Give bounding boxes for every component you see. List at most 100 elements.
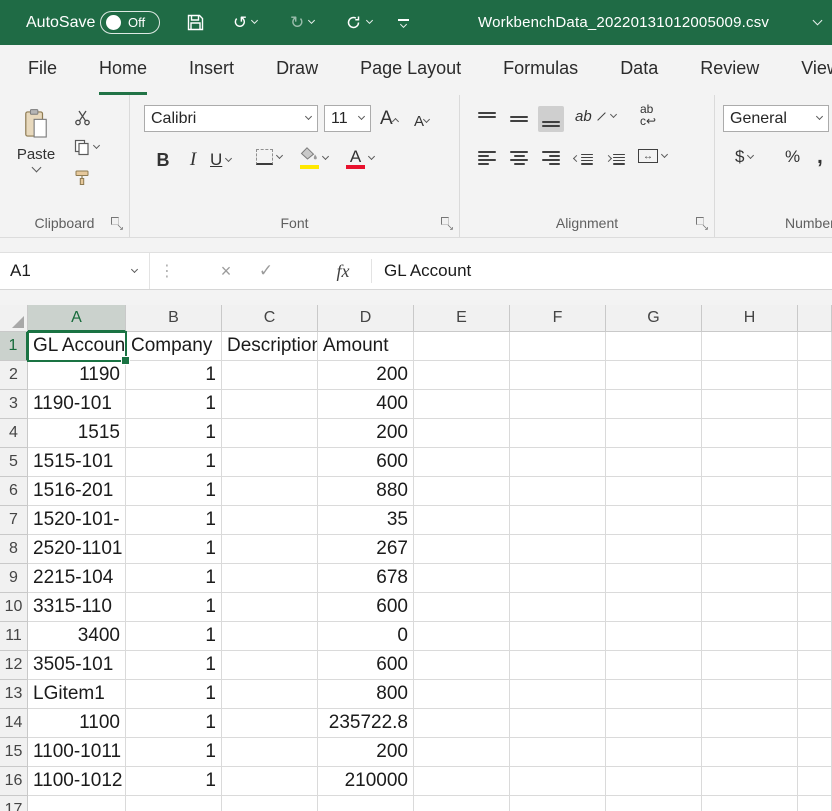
row-header-8[interactable]: 8 xyxy=(0,535,28,564)
alignment-dialog-launcher[interactable]: ↘ xyxy=(696,217,709,230)
select-all-corner[interactable] xyxy=(0,305,28,332)
cell-A4[interactable]: 1515 xyxy=(28,419,126,448)
cell-G4[interactable] xyxy=(606,419,702,448)
cell-A10[interactable]: 3315-110 xyxy=(28,593,126,622)
row-header-12[interactable]: 12 xyxy=(0,651,28,680)
formula-value[interactable]: GL Account xyxy=(384,253,471,289)
column-header-A[interactable]: A xyxy=(28,305,126,332)
cell-E1[interactable] xyxy=(414,332,510,361)
enter-button[interactable]: ✓ xyxy=(252,253,280,289)
cell-A2[interactable]: 1190 xyxy=(28,361,126,390)
cell-G15[interactable] xyxy=(606,738,702,767)
column-header-D[interactable]: D xyxy=(318,305,414,332)
cell-H2[interactable] xyxy=(702,361,798,390)
cell-F11[interactable] xyxy=(510,622,606,651)
cell-G12[interactable] xyxy=(606,651,702,680)
cell-D8[interactable]: 267 xyxy=(318,535,414,564)
cell-F7[interactable] xyxy=(510,506,606,535)
cell-B4[interactable]: 1 xyxy=(126,419,222,448)
row-header-11[interactable]: 11 xyxy=(0,622,28,651)
cell-F8[interactable] xyxy=(510,535,606,564)
row-header-2[interactable]: 2 xyxy=(0,361,28,390)
qat-extra-button[interactable] xyxy=(345,0,372,45)
wrap-text-button[interactable]: ab c↩ xyxy=(640,103,656,127)
redo-chevron-icon[interactable] xyxy=(308,17,315,24)
cell-C15[interactable] xyxy=(222,738,318,767)
cell-H1[interactable] xyxy=(702,332,798,361)
tab-data[interactable]: Data xyxy=(620,45,658,95)
cell-x17[interactable] xyxy=(798,796,832,811)
cell-C2[interactable] xyxy=(222,361,318,390)
align-left-button[interactable] xyxy=(474,145,500,171)
cell-x14[interactable] xyxy=(798,709,832,738)
cell-H7[interactable] xyxy=(702,506,798,535)
tab-view[interactable]: View xyxy=(801,45,832,95)
paste-button[interactable]: Paste xyxy=(8,103,64,211)
cell-A1[interactable]: GL Account xyxy=(28,332,126,361)
top-align-button[interactable] xyxy=(474,106,500,132)
cell-G11[interactable] xyxy=(606,622,702,651)
column-header-E[interactable]: E xyxy=(414,305,510,332)
cell-B10[interactable]: 1 xyxy=(126,593,222,622)
column-header-partial[interactable] xyxy=(798,305,832,332)
cell-E9[interactable] xyxy=(414,564,510,593)
tab-home[interactable]: Home xyxy=(99,45,147,95)
number-format-select[interactable]: General xyxy=(723,105,829,132)
cell-H17[interactable] xyxy=(702,796,798,811)
cell-x15[interactable] xyxy=(798,738,832,767)
bold-button[interactable]: B xyxy=(154,147,172,173)
cell-G5[interactable] xyxy=(606,448,702,477)
cell-B1[interactable]: Company xyxy=(126,332,222,361)
cell-H13[interactable] xyxy=(702,680,798,709)
cell-H6[interactable] xyxy=(702,477,798,506)
column-header-C[interactable]: C xyxy=(222,305,318,332)
cell-A6[interactable]: 1516-201 xyxy=(28,477,126,506)
align-center-button[interactable] xyxy=(506,145,532,171)
cell-G2[interactable] xyxy=(606,361,702,390)
cut-button[interactable] xyxy=(74,107,91,127)
column-header-F[interactable]: F xyxy=(510,305,606,332)
cell-x3[interactable] xyxy=(798,390,832,419)
cell-F4[interactable] xyxy=(510,419,606,448)
title-dropdown-button[interactable] xyxy=(814,0,821,45)
cell-A3[interactable]: 1190-101 xyxy=(28,390,126,419)
cell-D11[interactable]: 0 xyxy=(318,622,414,651)
cell-H9[interactable] xyxy=(702,564,798,593)
cell-C3[interactable] xyxy=(222,390,318,419)
cell-E17[interactable] xyxy=(414,796,510,811)
cell-B8[interactable]: 1 xyxy=(126,535,222,564)
row-header-17[interactable]: 17 xyxy=(0,796,28,811)
cell-H5[interactable] xyxy=(702,448,798,477)
cell-G17[interactable] xyxy=(606,796,702,811)
increase-indent-button[interactable] xyxy=(602,145,628,171)
cell-E10[interactable] xyxy=(414,593,510,622)
insert-function-button[interactable]: fx xyxy=(328,253,358,289)
middle-align-button[interactable] xyxy=(506,106,532,132)
fill-color-button[interactable] xyxy=(300,147,328,169)
row-header-14[interactable]: 14 xyxy=(0,709,28,738)
cell-F13[interactable] xyxy=(510,680,606,709)
cell-A15[interactable]: 1100-1011 xyxy=(28,738,126,767)
cell-x1[interactable] xyxy=(798,332,832,361)
cell-G7[interactable] xyxy=(606,506,702,535)
row-header-16[interactable]: 16 xyxy=(0,767,28,796)
save-button[interactable] xyxy=(186,0,205,45)
merge-center-button[interactable]: ↔ xyxy=(638,149,667,163)
cell-A7[interactable]: 1520-101- xyxy=(28,506,126,535)
currency-button[interactable]: $ xyxy=(735,147,753,167)
cell-E13[interactable] xyxy=(414,680,510,709)
cell-D17[interactable] xyxy=(318,796,414,811)
cell-F16[interactable] xyxy=(510,767,606,796)
cell-H3[interactable] xyxy=(702,390,798,419)
align-right-button[interactable] xyxy=(538,145,564,171)
row-header-10[interactable]: 10 xyxy=(0,593,28,622)
underline-button[interactable]: U xyxy=(210,147,231,173)
cell-E14[interactable] xyxy=(414,709,510,738)
cell-C1[interactable]: Description xyxy=(222,332,318,361)
autosave-toggle[interactable]: Off xyxy=(100,11,160,34)
clipboard-dialog-launcher[interactable]: ↘ xyxy=(111,217,124,230)
cancel-button[interactable]: × xyxy=(212,253,240,289)
cell-x10[interactable] xyxy=(798,593,832,622)
cell-C6[interactable] xyxy=(222,477,318,506)
cell-x5[interactable] xyxy=(798,448,832,477)
